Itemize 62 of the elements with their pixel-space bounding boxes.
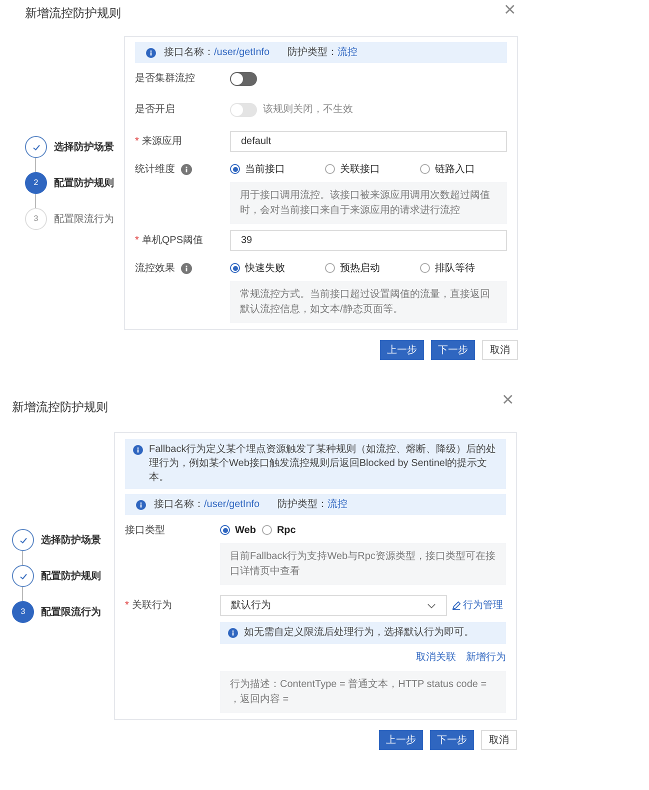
field-label: 关联行为 bbox=[132, 598, 172, 613]
description-text: 目前Fallback行为支持Web与Rpc资源类型，接口类型可在接口详情页中查看 bbox=[220, 543, 506, 585]
info-icon bbox=[136, 500, 146, 510]
required-mark: * bbox=[125, 599, 129, 613]
description-text: 常规流控方式。当前接口超过设置阈值的流量，直接返回默认流控信息，如文本/静态页面等。 bbox=[230, 281, 507, 323]
radio-option[interactable]: 排队等待 bbox=[420, 260, 515, 276]
step-number: 3 bbox=[12, 601, 34, 623]
notice-text: 如无需自定义限流后处理行为，选择默认行为即可。 bbox=[244, 626, 474, 640]
step-label: 配置限流行为 bbox=[41, 605, 101, 620]
field-label: 单机QPS阈值 bbox=[142, 234, 204, 248]
required-mark: * bbox=[135, 135, 139, 149]
field-label: 是否开启 bbox=[135, 102, 175, 117]
field-label: 流控效果 bbox=[135, 262, 175, 276]
primary-button[interactable]: 下一步 bbox=[431, 340, 475, 360]
close-button[interactable]: × bbox=[504, 0, 516, 20]
step-label: 选择防护场景 bbox=[54, 140, 114, 154]
field-label: 接口类型 bbox=[125, 524, 165, 538]
select-dropdown[interactable]: 默认行为 bbox=[220, 595, 447, 616]
info-text: 接口名称：/user/getInfo bbox=[164, 46, 270, 60]
radio-option[interactable]: 链路入口 bbox=[420, 162, 515, 176]
info-text: 防护类型：流控 bbox=[278, 498, 348, 512]
chevron-down-icon bbox=[427, 602, 436, 608]
link[interactable]: 行为管理 bbox=[452, 598, 503, 613]
step-label: 配置限流行为 bbox=[54, 212, 114, 226]
info-icon bbox=[133, 445, 143, 455]
input-field[interactable]: default bbox=[230, 131, 507, 152]
description-text: 行为描述：ContentType = 普通文本，HTTP status code = ，返回内容 = bbox=[220, 671, 506, 713]
primary-button[interactable]: 下一步 bbox=[430, 730, 474, 750]
step-label: 选择防护场景 bbox=[41, 533, 101, 548]
primary-button[interactable]: 上一步 bbox=[380, 340, 424, 360]
step-number: 3 bbox=[25, 208, 47, 230]
info-text: 接口名称：/user/getInfo bbox=[154, 498, 260, 512]
radio-option[interactable]: 快速失败 bbox=[230, 260, 325, 276]
radio-option[interactable]: 关联接口 bbox=[325, 162, 420, 176]
primary-button[interactable]: 上一步 bbox=[379, 730, 423, 750]
radio-option[interactable]: Web bbox=[220, 522, 256, 538]
cancel-button[interactable]: 取消 bbox=[481, 730, 517, 750]
notice-text: Fallback行为定义某个埋点资源触发了某种规则（如流控、熔断、降级）后的处理行为，例如某个Web接口触发流控规则后返回Blocked by Sentinel的提示文本。 bbox=[149, 443, 498, 485]
field-label: 来源应用 bbox=[142, 134, 182, 149]
field-label: 是否集群流控 bbox=[135, 72, 195, 86]
close-button[interactable]: × bbox=[502, 390, 514, 410]
step-label: 配置防护规则 bbox=[54, 176, 114, 190]
link[interactable]: 取消关联 bbox=[416, 650, 456, 665]
radio-option[interactable]: 当前接口 bbox=[230, 162, 325, 176]
link[interactable]: 新增行为 bbox=[466, 650, 506, 665]
info-icon bbox=[146, 48, 156, 58]
toggle-hint: 该规则关闭，不生效 bbox=[263, 102, 353, 117]
dialog-title: 新增流控防护规则 bbox=[25, 6, 121, 20]
description-text: 用于接口调用流控。该接口被来源应用调用次数超过阈值时，会对当前接口来自于来源应用的请求进行流控 bbox=[230, 182, 507, 224]
field-label: 统计维度 bbox=[135, 162, 175, 176]
step-number: 2 bbox=[25, 172, 47, 194]
cancel-button[interactable]: 取消 bbox=[482, 340, 518, 360]
radio-option[interactable]: Rpc bbox=[262, 522, 296, 538]
pencil-icon bbox=[452, 601, 461, 610]
info-icon bbox=[228, 628, 238, 638]
dialog-title: 新增流控防护规则 bbox=[12, 400, 108, 414]
step-label: 配置防护规则 bbox=[41, 569, 101, 584]
toggle-switch[interactable] bbox=[230, 72, 257, 86]
input-field[interactable]: 39 bbox=[230, 230, 507, 251]
radio-option[interactable]: 预热启动 bbox=[325, 260, 420, 276]
required-mark: * bbox=[135, 234, 139, 248]
info-text: 防护类型：流控 bbox=[288, 46, 358, 60]
